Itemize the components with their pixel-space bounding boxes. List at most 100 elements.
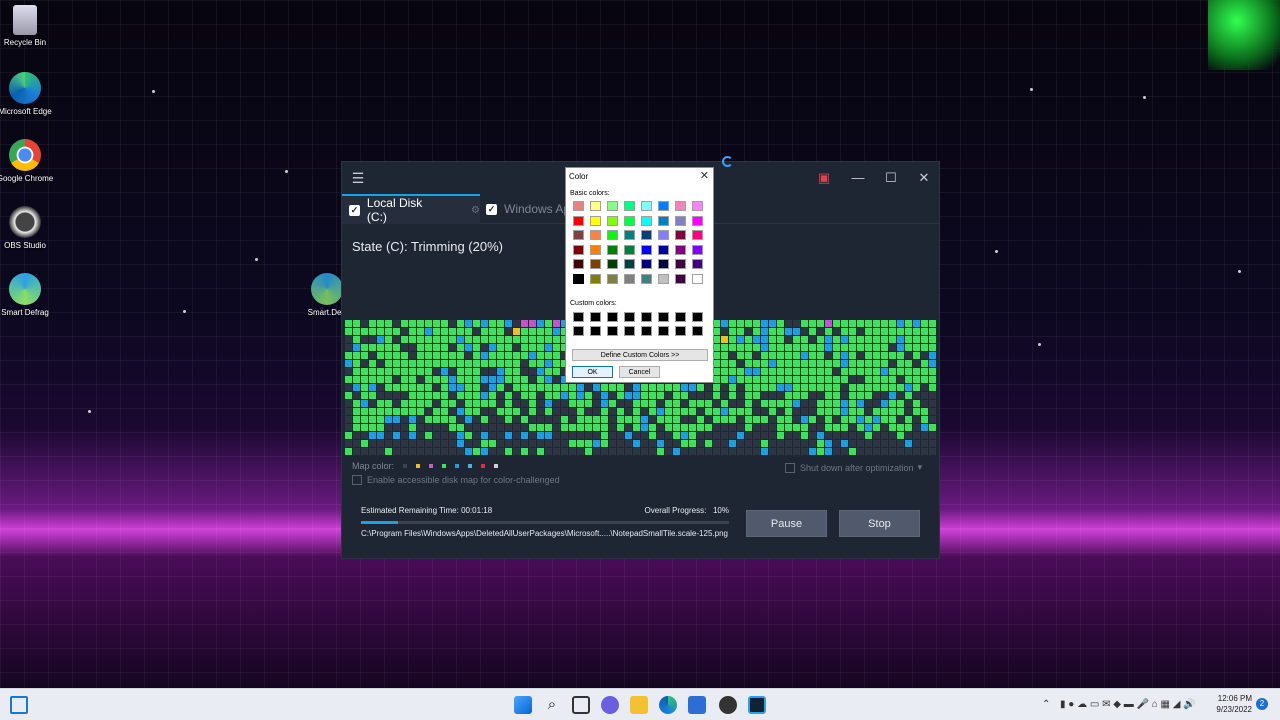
basic-color-swatch[interactable]	[573, 244, 584, 255]
basic-color-swatch[interactable]	[692, 201, 703, 211]
basic-color-swatch[interactable]	[624, 215, 635, 226]
basic-color-swatch[interactable]	[658, 215, 669, 226]
basic-color-swatch[interactable]	[590, 259, 601, 269]
desktop-icon-chrome[interactable]: Google Chrome	[0, 139, 56, 183]
accessible-checkbox[interactable]	[352, 475, 362, 485]
basic-color-swatch[interactable]	[590, 273, 601, 284]
basic-color-swatch[interactable]	[658, 201, 669, 211]
basic-color-swatch[interactable]	[658, 244, 669, 255]
basic-color-swatch[interactable]	[607, 259, 618, 269]
obs-icon[interactable]	[719, 696, 737, 714]
basic-color-swatch[interactable]	[658, 273, 669, 284]
start-icon[interactable]	[514, 696, 532, 714]
map-color-swatch[interactable]	[481, 464, 486, 468]
basic-color-swatch[interactable]	[658, 259, 669, 269]
desktop-icon-recycle-bin[interactable]: Recycle Bin	[0, 5, 56, 47]
basic-color-swatch[interactable]	[641, 215, 652, 226]
custom-color-swatch[interactable]	[590, 326, 601, 336]
basic-color-swatch[interactable]	[641, 201, 652, 211]
clock[interactable]: 12:06 PM 9/23/2022	[1212, 693, 1252, 715]
custom-color-swatch[interactable]	[675, 312, 686, 322]
custom-color-swatch[interactable]	[573, 312, 584, 322]
basic-color-swatch[interactable]	[607, 230, 618, 240]
basic-color-swatch[interactable]	[675, 244, 686, 255]
basic-color-swatch[interactable]	[692, 259, 703, 269]
basic-color-swatch[interactable]	[641, 244, 652, 255]
chevron-up-icon[interactable]: ⌃	[1042, 699, 1050, 710]
basic-color-swatch[interactable]	[590, 230, 601, 240]
custom-color-swatch[interactable]	[624, 326, 635, 336]
basic-color-swatch[interactable]	[573, 259, 584, 269]
define-custom-colors-button[interactable]: Define Custom Colors >>	[572, 349, 708, 361]
file-explorer-icon[interactable]	[630, 696, 648, 714]
basic-color-swatch[interactable]	[675, 273, 686, 284]
custom-color-swatch[interactable]	[641, 326, 652, 336]
basic-color-swatch[interactable]	[675, 259, 686, 269]
basic-color-swatch[interactable]	[675, 201, 686, 211]
smart-defrag-icon[interactable]	[748, 696, 766, 714]
basic-color-swatch[interactable]	[692, 230, 703, 240]
basic-color-swatch[interactable]	[692, 244, 703, 255]
custom-color-swatch[interactable]	[675, 326, 686, 336]
map-color-swatch[interactable]	[403, 464, 408, 468]
basic-color-swatch[interactable]	[641, 259, 652, 269]
basic-color-swatch[interactable]	[590, 244, 601, 255]
basic-color-swatch[interactable]	[675, 215, 686, 226]
shutdown-checkbox[interactable]	[785, 462, 795, 473]
tab-windows-app[interactable]: ✓ Windows App	[486, 194, 577, 224]
basic-color-swatch[interactable]	[624, 201, 635, 211]
map-color-swatch[interactable]	[416, 464, 421, 468]
minimize-button[interactable]: —	[848, 170, 868, 185]
desktop-icon-obs[interactable]: OBS Studio	[0, 206, 56, 250]
gift-icon[interactable]: ▣	[814, 170, 834, 186]
basic-color-swatch[interactable]	[624, 273, 635, 284]
basic-color-swatch[interactable]	[641, 273, 652, 284]
basic-color-swatch[interactable]	[658, 230, 669, 240]
basic-color-swatch[interactable]	[590, 201, 601, 211]
shutdown-option[interactable]: Shut down after optimization ▾	[785, 462, 922, 473]
map-color-swatch[interactable]	[429, 464, 434, 468]
basic-color-swatch[interactable]	[573, 201, 584, 211]
custom-color-swatch[interactable]	[658, 312, 669, 322]
desktop-widget-icon[interactable]	[10, 696, 28, 714]
chevron-down-icon[interactable]: ▾	[918, 462, 923, 473]
chat-icon[interactable]	[601, 696, 619, 714]
custom-color-swatch[interactable]	[590, 312, 601, 322]
map-color-swatch[interactable]	[468, 464, 473, 468]
pause-button[interactable]: Pause	[746, 510, 827, 537]
task-view-icon[interactable]	[572, 696, 590, 714]
custom-color-swatch[interactable]	[692, 312, 703, 322]
ok-button[interactable]: OK	[572, 366, 613, 378]
tab-checkbox[interactable]: ✓	[349, 204, 360, 216]
custom-color-swatch[interactable]	[641, 312, 652, 322]
basic-color-swatch[interactable]	[692, 215, 703, 226]
stop-button[interactable]: Stop	[839, 510, 920, 537]
basic-color-swatch[interactable]	[573, 215, 584, 226]
basic-color-swatch[interactable]	[607, 273, 618, 284]
map-color-swatch[interactable]	[455, 464, 460, 468]
custom-color-swatch[interactable]	[607, 326, 618, 336]
basic-color-swatch[interactable]	[692, 273, 703, 284]
basic-color-swatch[interactable]	[641, 230, 652, 240]
store-icon[interactable]	[688, 696, 706, 714]
custom-color-swatch[interactable]	[692, 326, 703, 336]
basic-color-swatch[interactable]	[607, 215, 618, 226]
tab-local-disk[interactable]: ✓ Local Disk (C:) ⚙	[342, 194, 480, 224]
basic-color-swatch[interactable]	[624, 259, 635, 269]
close-icon[interactable]: ✕	[700, 169, 709, 182]
basic-color-swatch[interactable]	[607, 244, 618, 255]
search-icon[interactable]: ⌕	[543, 696, 561, 714]
cancel-button[interactable]: Cancel	[619, 366, 660, 378]
desktop-icon-edge[interactable]: Microsoft Edge	[0, 72, 56, 116]
custom-color-swatch[interactable]	[658, 326, 669, 336]
map-color-swatch[interactable]	[494, 464, 499, 468]
menu-icon[interactable]: ☰	[348, 170, 368, 187]
basic-color-swatch[interactable]	[624, 230, 635, 240]
edge-icon[interactable]	[659, 696, 677, 714]
basic-color-swatch[interactable]	[573, 273, 584, 284]
close-button[interactable]: ✕	[914, 170, 934, 186]
tab-checkbox[interactable]: ✓	[486, 203, 497, 215]
custom-color-swatch[interactable]	[624, 312, 635, 322]
settings-icon[interactable]: ⚙	[471, 205, 480, 216]
basic-color-swatch[interactable]	[675, 230, 686, 240]
